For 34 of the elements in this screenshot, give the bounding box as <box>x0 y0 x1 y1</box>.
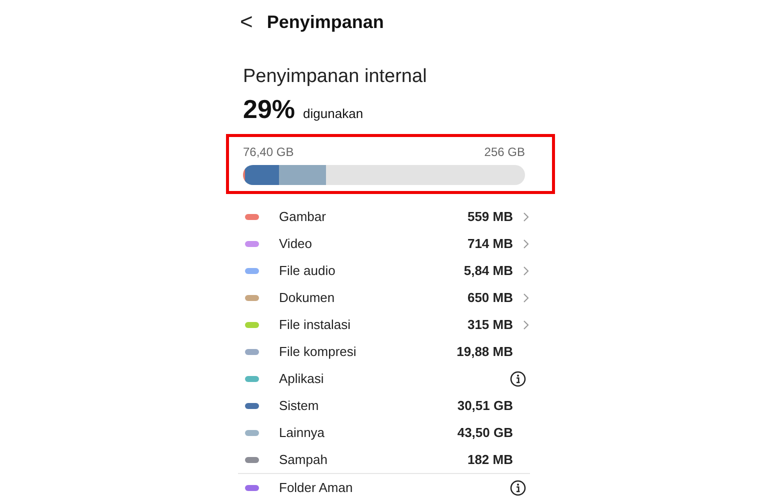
chevron-icon[interactable] <box>522 292 530 302</box>
item-size: 19,88 MB <box>456 344 513 359</box>
category-label[interactable]: Sampah <box>279 452 468 467</box>
item-size: 30,51 GB <box>457 398 513 413</box>
back-button[interactable]: < <box>240 11 253 33</box>
item-size: 5,84 MB <box>464 263 513 278</box>
chevron-icon[interactable] <box>522 266 530 276</box>
item-size: 182 MB <box>467 452 513 467</box>
category-label[interactable]: File kompresi <box>279 344 457 359</box>
item-size: 559 MB <box>467 209 513 224</box>
category-label[interactable]: Video <box>279 236 468 251</box>
page-title: Penyimpanan <box>266 12 384 32</box>
section-title: Penyimpanan internal <box>243 66 428 88</box>
item-size: 714 MB <box>467 236 513 251</box>
chevron-icon[interactable] <box>522 238 530 248</box>
category-label[interactable]: File instalasi <box>279 317 468 332</box>
category-label[interactable]: Sistem <box>279 398 458 413</box>
used-amount: 76,40 GB <box>243 145 294 159</box>
category-label[interactable]: File audio <box>279 263 464 278</box>
total-capacity: 256 GB <box>484 145 525 159</box>
chevron-icon[interactable] <box>522 320 530 330</box>
chevron-icon[interactable] <box>522 212 530 222</box>
usage-percent: 29% <box>243 94 296 125</box>
info-icon[interactable] <box>510 370 526 386</box>
usage-label: digunakan <box>303 106 364 121</box>
item-size: 43,50 GB <box>457 425 513 440</box>
category-label[interactable]: Dokumen <box>279 290 468 305</box>
category-label[interactable]: Aplikasi <box>279 371 510 386</box>
category-label[interactable]: Folder Aman <box>279 480 510 495</box>
item-size: 650 MB <box>467 290 513 305</box>
info-icon[interactable] <box>510 480 526 496</box>
category-label[interactable]: Gambar <box>279 209 468 224</box>
item-size: 315 MB <box>467 317 513 332</box>
category-label[interactable]: Lainnya <box>279 425 458 440</box>
